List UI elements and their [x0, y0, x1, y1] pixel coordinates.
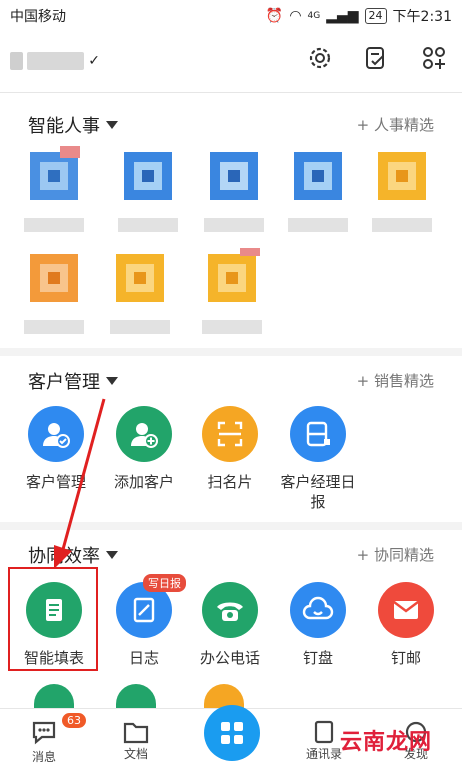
signal-icon: ▂▄▆ [326, 8, 359, 24]
message-count-badge: 63 [62, 713, 86, 728]
hr-more-link[interactable]: + 人事精选 [357, 114, 434, 135]
section-title-hr[interactable]: 智能人事 [28, 112, 118, 138]
app-ding-disk[interactable]: 钉盘 [274, 582, 362, 692]
doc-folder-icon [123, 722, 149, 744]
pixelated-label [288, 218, 348, 232]
app-label: 客户经理日报 [280, 473, 356, 511]
pixelated-label [204, 218, 264, 232]
hr-app-4[interactable] [288, 146, 348, 232]
scan-card-icon [202, 406, 258, 462]
crm-more-link[interactable]: + 销售精选 [357, 370, 434, 391]
hr-app-1[interactable] [24, 146, 84, 232]
app-manager-daily[interactable]: 客户经理日报 [274, 406, 362, 516]
office-phone-icon [202, 582, 258, 638]
hr-app-6[interactable] [24, 248, 84, 334]
pixelated-app-icon [372, 146, 432, 206]
pixelated-label [372, 218, 432, 232]
pixelated-app-icon [202, 242, 262, 308]
battery-level: 24 [364, 8, 387, 24]
hr-app-5[interactable] [372, 146, 432, 232]
status-indicators: ⏰ ◠ 4G ▂▄▆ 24 下午2:31 [266, 6, 452, 26]
avatar [10, 52, 23, 70]
app-log[interactable]: 写日报 日志 [100, 574, 188, 692]
app-label: 办公电话 [199, 649, 260, 667]
carrier-name: 中国移动 [10, 9, 66, 25]
nav-messages[interactable]: 63 消息 [14, 713, 86, 765]
nav-label: 消息 [31, 750, 56, 764]
annotation-highlight-box [8, 567, 98, 671]
pixelated-label [118, 218, 178, 232]
pixelated-app-icon [110, 248, 170, 308]
check-icon: ✓ [88, 53, 100, 69]
wifi-icon: ◠ [289, 8, 302, 24]
alarm-icon: ⏰ [265, 8, 284, 24]
hr-app-3[interactable] [204, 146, 264, 232]
org-name-blurred [26, 52, 85, 70]
pixelated-app-icon [118, 146, 178, 206]
collab-more-link[interactable]: + 协同精选 [357, 544, 434, 565]
log-icon: 写日报 [116, 574, 186, 638]
message-icon: 63 [30, 713, 86, 748]
hr-app-7[interactable] [110, 248, 170, 334]
watermark-text: 云南龙网 [339, 730, 432, 755]
app-scan-card[interactable]: 扫名片 [186, 406, 274, 516]
app-office-phone[interactable]: 办公电话 [186, 582, 274, 692]
caret-down-icon [106, 121, 118, 129]
ding-disk-icon [290, 582, 346, 638]
pixelated-app-icon [204, 146, 264, 206]
task-check-icon[interactable] [362, 44, 390, 72]
section-title-crm[interactable]: 客户管理 [28, 368, 118, 394]
caret-down-icon [106, 377, 118, 385]
apps-add-icon[interactable] [420, 44, 448, 72]
section-separator [0, 348, 462, 356]
pixelated-app-icon [288, 146, 348, 206]
workspace-header: ✓ [0, 34, 462, 90]
app-label: 扫名片 [207, 473, 253, 491]
pixelated-label [202, 320, 262, 334]
clock: 下午2:31 [392, 9, 452, 25]
manager-daily-icon [290, 406, 346, 462]
settings-icon[interactable] [306, 44, 334, 72]
hr-app-8[interactable] [202, 242, 262, 334]
app-label: 日志 [128, 649, 159, 667]
grid-icon [221, 722, 243, 744]
ding-mail-icon [378, 582, 434, 638]
contacts-icon [314, 720, 334, 744]
log-badge: 写日报 [143, 574, 186, 592]
pixelated-app-icon [24, 146, 84, 206]
divider [0, 92, 462, 93]
nav-label: 通讯录 [305, 747, 342, 761]
pixelated-label [24, 320, 84, 334]
workspace-home-button[interactable] [204, 705, 260, 761]
nav-docs[interactable]: 文档 [106, 719, 166, 762]
app-label: 钉盘 [302, 649, 333, 667]
annotation-arrow [54, 398, 106, 569]
hr-app-2[interactable] [118, 146, 178, 232]
pixelated-label [24, 218, 84, 232]
nav-label: 文档 [123, 747, 148, 761]
pixelated-label [110, 320, 170, 334]
pixelated-app-icon [24, 248, 84, 308]
add-customer-icon [116, 406, 172, 462]
app-label: 钉邮 [390, 649, 421, 667]
app-ding-mail[interactable]: 钉邮 [362, 582, 450, 692]
org-name-selector[interactable]: ✓ [10, 48, 100, 74]
network-type: 4G [307, 11, 321, 21]
status-bar: 中国移动 ⏰ ◠ 4G ▂▄▆ 24 下午2:31 [0, 0, 462, 28]
